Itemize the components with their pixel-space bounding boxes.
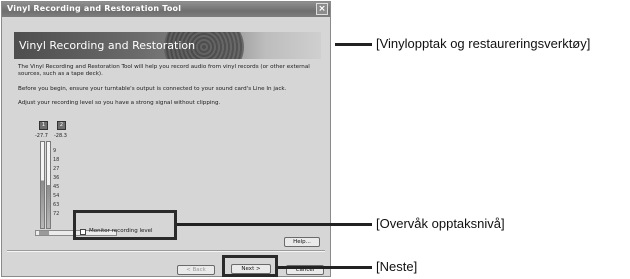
scrollbar-thumb[interactable] — [39, 231, 49, 235]
monitor-highlight — [73, 210, 177, 240]
scale-tick: 27 — [53, 166, 60, 172]
next-callout: [Neste] — [376, 259, 418, 274]
adjust-text: Adjust your recording level so you have … — [18, 100, 221, 106]
channel-1-button[interactable]: 1 — [39, 121, 48, 130]
header-banner: Vinyl Recording and Restoration — [14, 32, 321, 59]
scale-tick: 54 — [53, 193, 60, 199]
scale-tick: 72 — [53, 211, 60, 217]
level-bar-left — [40, 141, 45, 229]
title-bar: Vinyl Recording and Restoration Tool × — [2, 2, 330, 17]
scale-tick: 18 — [53, 157, 60, 163]
help-button[interactable]: Help... — [284, 237, 320, 247]
next-highlight — [222, 255, 278, 277]
button-separator — [7, 250, 325, 252]
level-bar-right — [46, 141, 51, 229]
begin-text: Before you begin, ensure your turntable'… — [18, 86, 287, 92]
peak-readout-2: -28.3 — [54, 133, 67, 139]
monitor-callout-line — [177, 223, 372, 226]
scale-tick: 45 — [53, 184, 60, 190]
title-callout-line — [335, 43, 372, 46]
intro-text: The Vinyl Recording and Restoration Tool… — [18, 64, 310, 77]
title-callout: [Vinylopptak og restaureringsverktøy] — [376, 36, 591, 51]
scale-tick: 63 — [53, 202, 60, 208]
monitor-callout: [Overvåk opptaksnivå] — [376, 216, 505, 231]
scale-tick: 36 — [53, 175, 60, 181]
peak-readout-1: -27.7 — [35, 133, 48, 139]
window-title: Vinyl Recording and Restoration Tool — [7, 4, 182, 13]
scale-tick: 9 — [53, 148, 57, 154]
back-button[interactable]: < Back — [177, 265, 215, 275]
close-button[interactable]: × — [316, 3, 328, 15]
next-callout-line — [278, 266, 372, 269]
channel-2-button[interactable]: 2 — [57, 121, 66, 130]
banner-title: Vinyl Recording and Restoration — [19, 39, 196, 52]
